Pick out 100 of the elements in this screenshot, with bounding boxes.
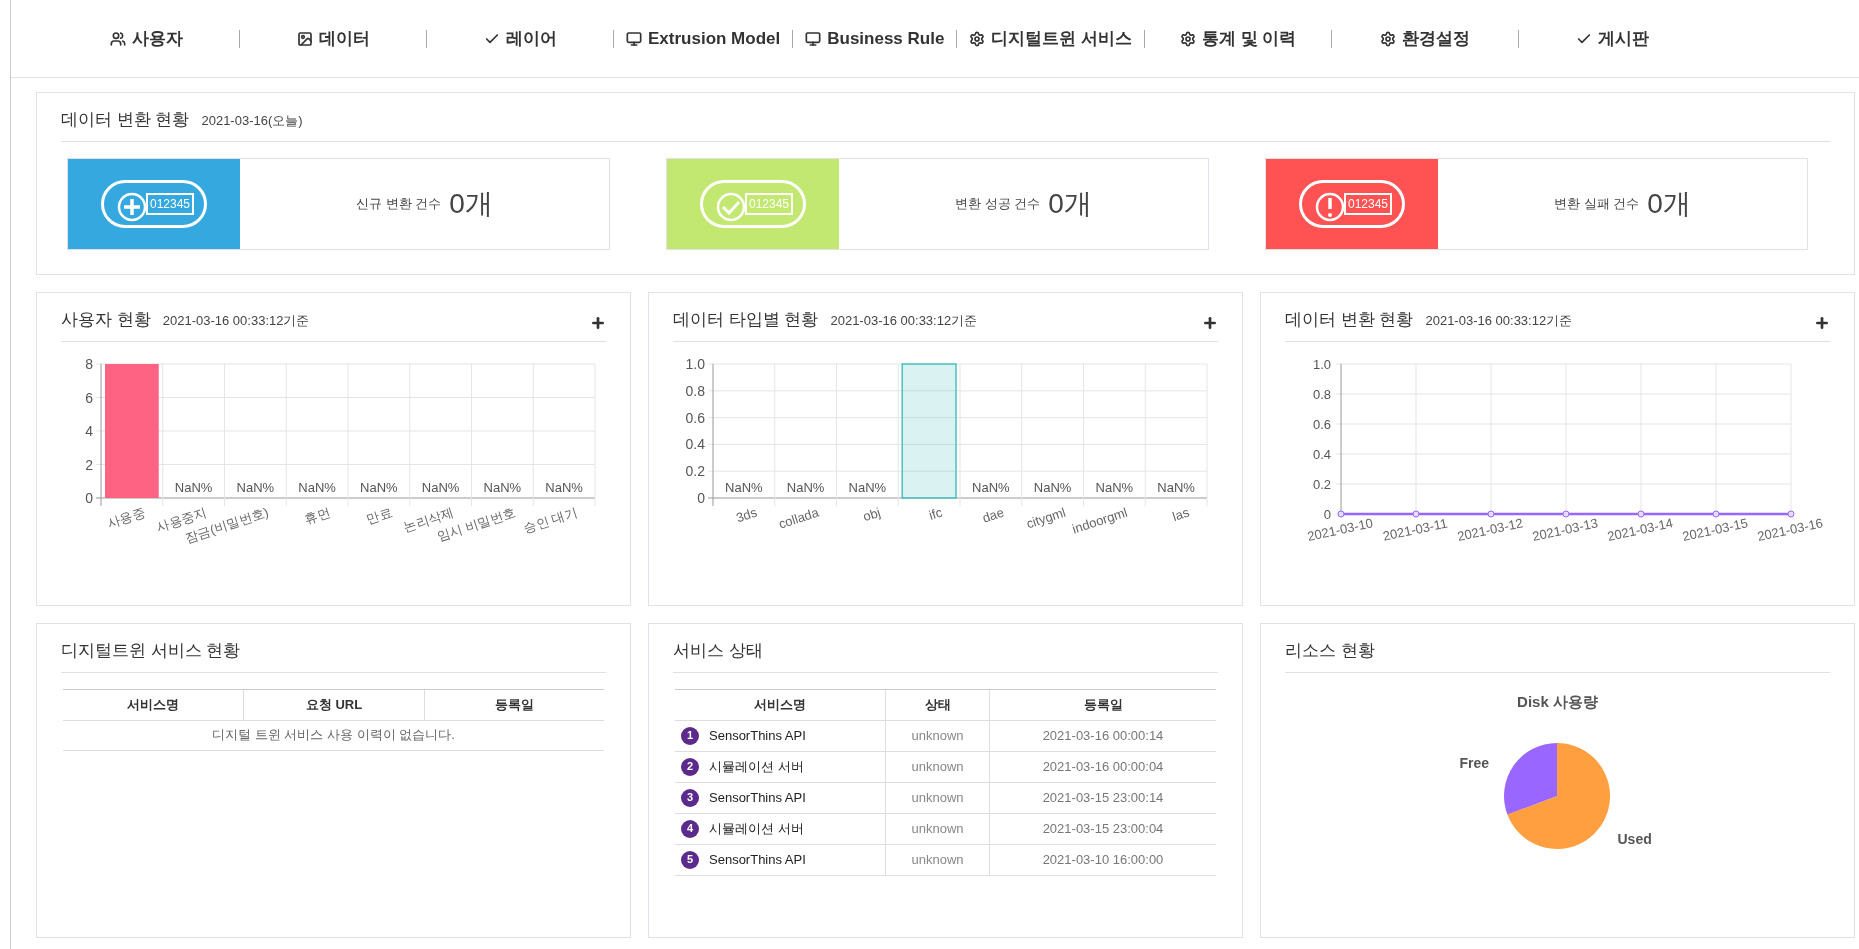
nav-item[interactable]: 레이어 [435,25,605,52]
pie-label: Free [1459,754,1490,773]
panel-title: 데이터 변환 현황 [1285,309,1414,331]
nav-item[interactable]: 통계 및 이력 [1153,25,1324,52]
registered-date: 2021-03-10 16:00:00 [1042,850,1164,869]
axis-category-label: collada [776,504,821,532]
add-icon[interactable] [590,314,606,331]
data-point [1487,510,1495,517]
data-point [1337,510,1345,517]
monitor-icon [805,30,822,47]
axis-tick-label: 0.6 [1312,416,1331,432]
axis-category-label: obj [861,504,883,524]
panel-subtitle: 2021-03-16(오늘) [201,112,303,130]
panel-title: 데이터 타입별 현황 [673,309,819,331]
column-header: 등록일 [989,689,1216,720]
gear-icon [1380,30,1397,47]
service-status: unknown [911,726,964,745]
service-status: unknown [911,788,964,807]
add-icon[interactable] [1202,314,1218,331]
service-status: unknown [911,819,964,838]
value-label: NaN% [483,479,522,495]
registered-date: 2021-03-16 00:00:14 [1042,726,1164,745]
value-label: NaN% [1157,479,1195,495]
panel-subtitle: 2021-03-16 00:33:12기준 [162,312,310,330]
card-count: 0개 [449,189,493,218]
row-number-badge: 4 [681,819,699,838]
axis-tick-label: 1.0 [1312,356,1331,372]
nav-item[interactable]: 사용자 [61,25,231,52]
row-number-badge: 1 [681,726,699,745]
axis-category-label: 만료 [364,504,394,527]
nav-item[interactable]: 데이터 [248,25,418,52]
nav-item[interactable]: 디지털트윈 서비스 [965,25,1137,52]
axis-category-label: 3ds [734,504,759,525]
pie-label: Used [1617,830,1652,849]
service-name: 시뮬레이션 서버 [709,757,804,776]
empty-message: 디지털 트윈 서비스 사용 이력이 없습니다. [212,726,455,745]
axis-tick-label: 0.8 [1312,386,1331,402]
column-header: 서비스명 [126,695,181,714]
registered-date: 2021-03-16 00:00:04 [1042,757,1164,776]
value-label: NaN% [848,479,887,495]
axis-tick-label: 0.4 [685,435,705,452]
value-label: NaN% [545,479,583,495]
data-point [1712,510,1720,517]
axis-tick-label: 1.0 [685,355,705,372]
card-label: 변환 성공 건수 [955,194,1041,213]
value-label: NaN% [972,479,1010,495]
service-name: SensorThins API [709,788,806,807]
service-name: 시뮬레이션 서버 [709,819,804,838]
nav-item[interactable]: Extrusion Model [622,25,785,52]
value-label: NaN% [174,479,213,495]
nav-item[interactable]: 게시판 [1527,25,1698,52]
axis-category-label: 2021-03-11 [1381,514,1449,544]
card-label: 신규 변환 건수 [356,194,442,213]
data-point [1787,510,1795,517]
value-label: NaN% [786,479,825,495]
axis-tick-label: 8 [85,355,93,372]
value-label: NaN% [298,479,336,495]
panel-subtitle: 2021-03-16 00:33:12기준 [1425,312,1573,330]
row-number-badge: 2 [681,757,699,776]
value-label: NaN% [236,479,275,495]
counter-text: 012345 [1343,192,1392,215]
value-label: NaN% [1095,479,1134,495]
axis-category-label: 휴먼 [302,504,333,527]
card-count: 0개 [1647,189,1691,218]
data-point [1637,510,1645,517]
nav-item[interactable]: Business Rule [801,25,949,52]
monitor-icon [626,30,642,47]
column-header: 상태 [885,689,989,720]
axis-tick-label: 4 [85,422,93,439]
gear-icon [1179,30,1196,47]
card-count: 0개 [1048,189,1092,218]
column-header: 등록일 [423,689,604,720]
panel-title: 사용자 현황 [61,309,151,331]
axis-category-label: citygml [1024,504,1068,531]
panel-subtitle: 2021-03-16 00:33:12기준 [830,312,978,330]
axis-tick-label: 0 [1323,506,1331,522]
axis-tick-label: 0.4 [1312,446,1331,462]
panel-title: 디지털트윈 서비스 현황 [61,640,241,662]
gear-icon [969,30,986,47]
value-label: NaN% [360,479,398,495]
column-header: 서비스명 [753,695,807,714]
card-label: 변환 실패 건수 [1554,194,1640,213]
axis-category-label: 사용중 [105,504,147,531]
pie-title: Disk 사용량 [1517,691,1598,712]
axis-tick-label: 2 [85,456,93,472]
row-number-badge: 3 [681,788,699,807]
panel-title: 데이터 변환 현황 [61,109,190,131]
axis-category-label: 승인 대기 [521,504,580,536]
axis-category-label: ifc [927,504,945,523]
row-number-badge: 5 [681,850,699,869]
axis-tick-label: 0 [697,489,705,506]
value-label: NaN% [1033,479,1072,495]
add-icon[interactable] [1814,314,1830,331]
axis-category-label: las [1170,504,1192,524]
nav-item[interactable]: 환경설정 [1340,25,1511,52]
service-status: unknown [911,850,964,869]
column-header: 요청 URL [243,689,424,720]
data-point [1412,510,1420,517]
registered-date: 2021-03-15 23:00:04 [1042,819,1164,838]
service-name: SensorThins API [709,850,806,869]
